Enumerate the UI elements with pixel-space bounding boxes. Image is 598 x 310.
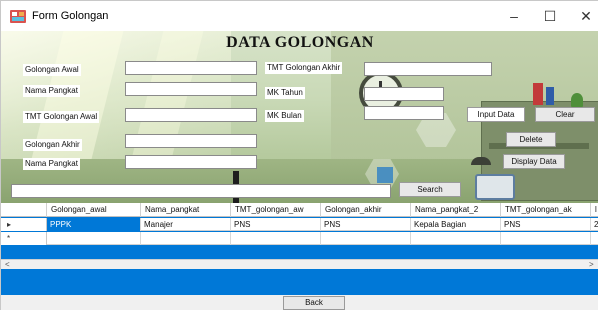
clear-button[interactable]: Clear: [535, 107, 595, 122]
table-cell[interactable]: [141, 232, 231, 245]
window-title: Form Golongan: [32, 10, 109, 22]
plant-illustration: [571, 93, 583, 107]
table-cell[interactable]: [411, 232, 501, 245]
label-nama-pangkat-2: Nama Pangkat: [23, 158, 80, 170]
chart-illustration: [377, 167, 393, 183]
display-data-button[interactable]: Display Data: [503, 154, 565, 169]
grid-header-row: Golongan_awal Nama_pangkat TMT_golongan_…: [1, 203, 598, 217]
input-data-button[interactable]: Input Data: [467, 107, 525, 122]
label-nama-pangkat: Nama Pangkat: [23, 85, 80, 97]
table-row[interactable]: ▸ PPPK Manajer PNS PNS Kepala Bagian PNS…: [1, 218, 598, 231]
table-row-new[interactable]: *: [1, 232, 598, 245]
table-cell[interactable]: [231, 232, 321, 245]
column-header[interactable]: TMT_golongan_aw: [231, 203, 321, 217]
table-cell[interactable]: PNS: [321, 218, 411, 231]
table-cell[interactable]: PPPK: [47, 218, 141, 231]
close-button[interactable]: ✕: [571, 5, 598, 27]
minimize-button[interactable]: –: [499, 5, 529, 27]
table-cell[interactable]: [321, 232, 411, 245]
form-client-area: DATA GOLONGAN Golongan Awal Nama Pangkat…: [1, 31, 598, 203]
row-selector[interactable]: ▸: [1, 218, 47, 231]
delete-button[interactable]: Delete: [506, 132, 556, 147]
form-app-icon: [10, 10, 26, 23]
book-illustration: [546, 87, 554, 105]
table-cell[interactable]: [47, 232, 141, 245]
form-golongan-window: Form Golongan – ☐ ✕ DATA GOLONGAN Golong…: [0, 0, 598, 310]
table-cell[interactable]: [591, 232, 598, 245]
table-cell[interactable]: Kepala Bagian: [411, 218, 501, 231]
table-cell[interactable]: Manajer: [141, 218, 231, 231]
book-illustration: [533, 83, 543, 105]
golongan-data-grid[interactable]: Golongan_awal Nama_pangkat TMT_golongan_…: [1, 203, 598, 295]
label-tmt-golongan-awal: TMT Golongan Awal: [23, 111, 100, 123]
printer-illustration: [475, 174, 515, 200]
search-input[interactable]: [11, 184, 391, 198]
golongan-akhir-input[interactable]: [125, 134, 257, 148]
table-cell[interactable]: [501, 232, 591, 245]
row-selector[interactable]: *: [1, 232, 47, 245]
horizontal-scrollbar[interactable]: < >: [1, 259, 598, 269]
title-bar: Form Golongan – ☐ ✕: [1, 1, 598, 31]
tmt-golongan-akhir-input[interactable]: [364, 62, 492, 76]
label-mk-bulan: MK Bulan: [265, 110, 304, 122]
label-golongan-awal: Golongan Awal: [23, 64, 81, 76]
table-cell[interactable]: PNS: [231, 218, 321, 231]
maximize-button[interactable]: ☐: [535, 5, 565, 27]
label-mk-tahun: MK Tahun: [265, 87, 305, 99]
column-header[interactable]: Golongan_awal: [47, 203, 141, 217]
grid-corner-header: [1, 203, 47, 217]
nama-pangkat-2-input[interactable]: [125, 155, 257, 169]
search-button[interactable]: Search: [399, 182, 461, 197]
mk-tahun-input[interactable]: [364, 87, 444, 101]
golongan-awal-input[interactable]: [125, 61, 257, 75]
tmt-golongan-awal-input[interactable]: [125, 108, 257, 122]
back-button[interactable]: Back: [283, 296, 345, 310]
label-golongan-akhir: Golongan Akhir: [23, 139, 82, 151]
label-tmt-golongan-akhir: TMT Golongan Akhir: [265, 62, 343, 74]
scroll-left-icon[interactable]: <: [5, 260, 10, 270]
column-header[interactable]: l: [591, 203, 598, 217]
nama-pangkat-input[interactable]: [125, 82, 257, 96]
page-title: DATA GOLONGAN: [226, 34, 374, 51]
mk-bulan-input[interactable]: [364, 106, 444, 120]
footer-area: Back: [1, 295, 598, 310]
column-header[interactable]: TMT_golongan_ak: [501, 203, 591, 217]
table-cell[interactable]: PNS: [501, 218, 591, 231]
column-header[interactable]: Nama_pangkat_2: [411, 203, 501, 217]
column-header[interactable]: Golongan_akhir: [321, 203, 411, 217]
column-header[interactable]: Nama_pangkat: [141, 203, 231, 217]
lamp-illustration: [471, 157, 491, 165]
scroll-right-icon[interactable]: >: [589, 260, 594, 270]
table-cell[interactable]: 2: [591, 218, 598, 231]
